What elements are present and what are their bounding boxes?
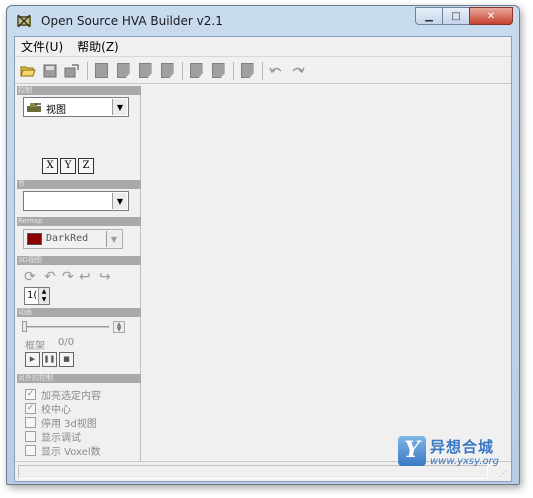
chevron-down-icon: ▼ (106, 231, 121, 247)
frame-slider-track[interactable] (23, 326, 109, 328)
watermark-title: 异想合城 (430, 438, 495, 456)
doc-icon[interactable] (92, 62, 110, 80)
export-icon[interactable] (63, 62, 81, 80)
toolbar-separator (182, 61, 183, 80)
control-panel: 控制 视图 ▼ X Y Z 节 ▼ Remap DarkRed ▼ 3D视图 ⟳… (17, 86, 141, 461)
maximize-button[interactable]: □ (442, 7, 469, 25)
section-header-animation: 动画 (17, 308, 141, 317)
section-header-advanced: 另外的控制 (17, 374, 141, 383)
doc-icon[interactable] (209, 62, 227, 80)
stop-button[interactable]: ■ (59, 352, 74, 367)
check-show-debug[interactable]: 显示调试 (25, 430, 81, 444)
redo-icon[interactable] (289, 62, 307, 80)
menu-bar: 文件(U) 帮助(Z) (15, 37, 511, 57)
check-center[interactable]: ✓ 校中心 (25, 402, 71, 416)
undo-icon[interactable]: ↩ (79, 269, 91, 285)
remap-select-value: DarkRed (46, 233, 89, 244)
frame-slider-thumb[interactable] (22, 321, 27, 332)
rotate-left-icon[interactable]: ↶ (44, 269, 56, 285)
3d-view-canvas[interactable] (142, 86, 511, 461)
watermark-logo: Y 异想合城 www.yxsy.org (398, 436, 508, 470)
check-label: 显示 Voxel数 (41, 447, 101, 458)
minimize-icon: ▁ (425, 10, 433, 22)
frame-label: 框架 (25, 341, 45, 352)
redo-icon[interactable]: ↪ (99, 269, 111, 285)
axis-x-button[interactable]: X (42, 158, 58, 174)
watermark-y-icon: Y (398, 436, 426, 466)
section-select[interactable]: ▼ (23, 191, 129, 211)
frame-spinner-icon[interactable]: ▲ ▼ (113, 321, 125, 333)
view-select-value: 视图 (46, 105, 66, 116)
undo-icon[interactable] (267, 62, 285, 80)
chevron-down-icon[interactable]: ▼ (112, 99, 127, 115)
axis-y-button[interactable]: Y (60, 158, 76, 174)
maximize-icon: □ (451, 10, 461, 22)
rotate-right-icon[interactable]: ↷ (62, 269, 74, 285)
watermark-url: www.yxsy.org (430, 456, 500, 467)
toolbar-separator (233, 61, 234, 80)
doc-icon[interactable] (187, 62, 205, 80)
axis-z-button[interactable]: Z (78, 158, 94, 174)
title-bar[interactable]: Open Source HVA Builder v2.1 ▁ □ ✕ (7, 6, 519, 36)
check-label: 显示调试 (41, 433, 81, 444)
app-icon (17, 14, 31, 28)
toolbar-separator (87, 61, 88, 80)
pause-icon: ❚❚ (43, 355, 56, 363)
section-header-control: 控制 (17, 86, 141, 95)
play-button[interactable]: ▶ (25, 352, 40, 367)
check-disable-3d[interactable]: 停用 3d视图 (25, 416, 97, 430)
open-folder-icon[interactable] (19, 62, 37, 80)
section-header-view3d: 3D视图 (17, 256, 141, 265)
tank-icon (27, 103, 41, 112)
chevron-down-icon[interactable]: ▼ (112, 193, 127, 209)
remap-select[interactable]: DarkRed ▼ (23, 229, 123, 249)
play-icon: ▶ (29, 355, 36, 363)
client-area: 文件(U) 帮助(Z) 控制 视图 ▼ X Y Z 节 ▼ Remap Dark… (14, 36, 512, 482)
pause-button[interactable]: ❚❚ (42, 352, 57, 367)
section-header-remap: Remap (17, 217, 141, 226)
stop-icon: ■ (63, 355, 70, 363)
frame-counter: 0/0 (58, 337, 75, 348)
minimize-button[interactable]: ▁ (415, 7, 442, 25)
resize-grip-icon[interactable]: ⋰ (499, 469, 509, 479)
zoom-spinner[interactable]: 1( ▲ ▼ (24, 287, 50, 305)
save-icon[interactable] (41, 62, 59, 80)
spinner-arrows-icon[interactable]: ▲ ▼ (38, 288, 49, 304)
caption-buttons: ▁ □ ✕ (415, 7, 513, 25)
doc-icon[interactable] (238, 62, 256, 80)
close-button[interactable]: ✕ (469, 7, 513, 25)
check-label: 校中心 (41, 405, 71, 416)
checkbox[interactable] (25, 431, 36, 442)
menu-file[interactable]: 文件(U) (21, 38, 63, 55)
menu-help[interactable]: 帮助(Z) (77, 38, 119, 55)
doc-icon[interactable] (158, 62, 176, 80)
checkbox[interactable] (25, 417, 36, 428)
app-window: Open Source HVA Builder v2.1 ▁ □ ✕ 文件(U)… (6, 5, 520, 485)
doc-icon[interactable] (136, 62, 154, 80)
check-label: 加亮选定内容 (41, 391, 101, 402)
close-icon: ✕ (486, 10, 496, 22)
doc-edit-icon[interactable] (114, 62, 132, 80)
check-label: 停用 3d视图 (41, 419, 97, 430)
view-select[interactable]: 视图 ▼ (23, 97, 129, 117)
toolbar-separator (262, 61, 263, 80)
section-header-section: 节 (17, 180, 141, 189)
checkbox[interactable]: ✓ (25, 389, 36, 400)
toolbar (15, 58, 511, 84)
check-highlight-selection[interactable]: ✓ 加亮选定内容 (25, 388, 101, 402)
checkbox[interactable] (25, 445, 36, 456)
check-show-voxel-count[interactable]: 显示 Voxel数 (25, 444, 101, 458)
checkbox[interactable]: ✓ (25, 403, 36, 414)
window-title: Open Source HVA Builder v2.1 (41, 14, 223, 28)
zoom-spinner-value: 1( (27, 290, 38, 301)
rotate-icon[interactable]: ⟳ (24, 269, 36, 285)
remap-color-swatch (27, 233, 42, 245)
